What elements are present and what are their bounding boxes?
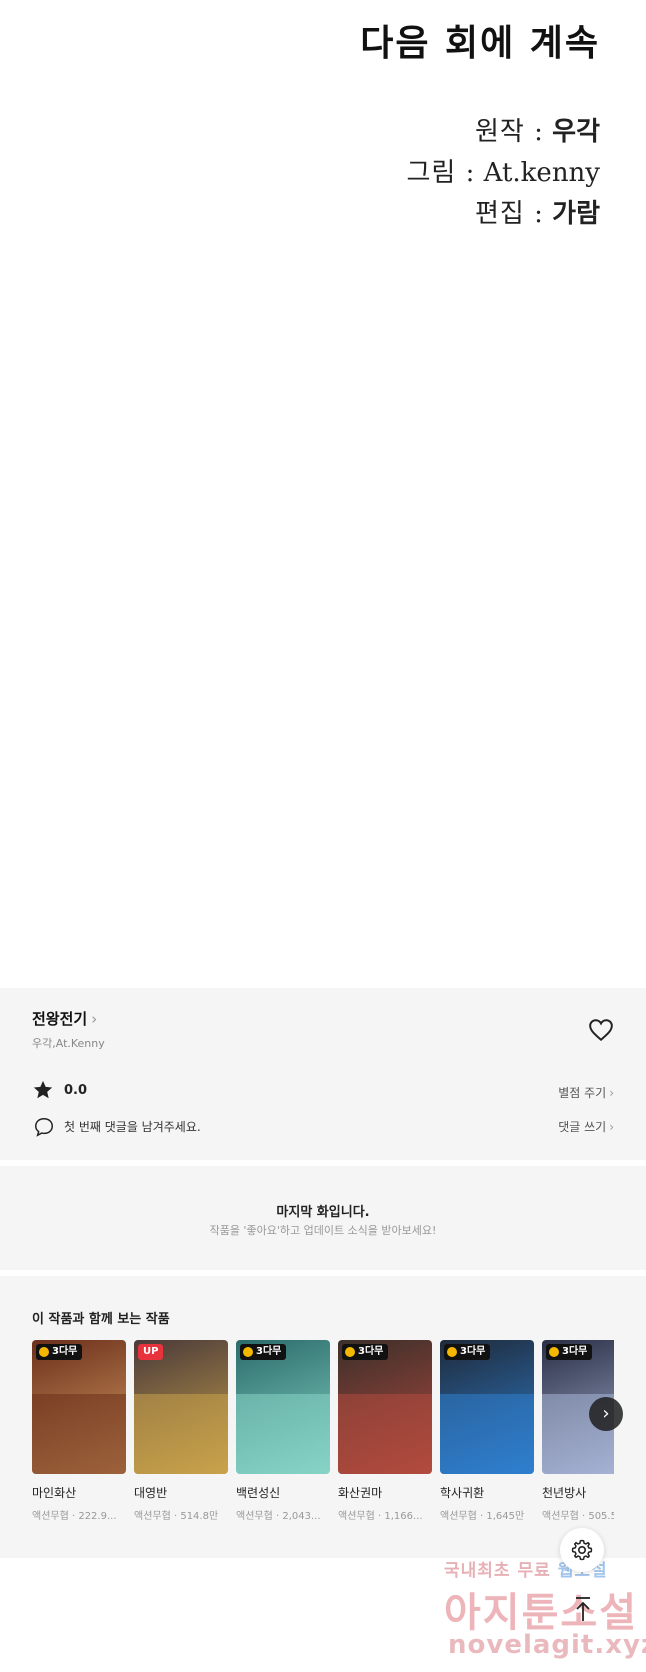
rec-meta: 액션무협 · 514.8만: [134, 1511, 219, 1522]
chevron-right-icon: ›: [609, 1086, 614, 1100]
series-title-link[interactable]: 전왕전기 ›: [32, 1008, 97, 1029]
chevron-right-icon: ›: [602, 1403, 610, 1424]
heart-icon[interactable]: [588, 1018, 614, 1042]
watermark-url: novelagit.xyz: [448, 1630, 646, 1660]
free-badge: 3다무: [36, 1344, 83, 1360]
credit-original: 원작 : 우각: [475, 117, 600, 147]
clock-icon: [345, 1347, 355, 1357]
free-badge: 3다무: [342, 1344, 389, 1360]
clock-icon: [243, 1347, 253, 1357]
chevron-right-icon: ›: [91, 1010, 98, 1028]
rec-thumbnail: 3다무: [32, 1340, 126, 1474]
to-be-continued-text: 다음 회에 계속: [360, 22, 600, 64]
rec-card[interactable]: 3다무 천년방사 액션무협 · 505.5: [542, 1340, 614, 1522]
rec-title: 마인화산: [32, 1486, 77, 1500]
rec-meta: 액션무협 · 2,043...: [236, 1511, 321, 1522]
star-icon: [33, 1080, 53, 1099]
free-badge: 3다무: [546, 1344, 593, 1360]
rec-title: 화산권마: [338, 1486, 383, 1500]
notice-title: 마지막 화입니다.: [276, 1205, 370, 1220]
comment-bubble-icon: [35, 1118, 53, 1137]
rec-card[interactable]: UP 대영반 액션무협 · 514.8만: [134, 1340, 228, 1522]
credit-art: 그림 : At.kenny: [406, 158, 601, 188]
credit-editor: 편집 : 가람: [475, 199, 600, 229]
credits: 원작 : 우각 그림 : At.kenny 편집 : 가람: [407, 112, 601, 235]
notice-subtitle: 작품을 '좋아요'하고 업데이트 소식을 받아보세요!: [209, 1224, 437, 1237]
clock-icon: [39, 1347, 49, 1357]
rec-card[interactable]: 3다무 학사귀환 액션무협 · 1,645만: [440, 1340, 534, 1522]
rec-meta: 액션무협 · 1,645만: [440, 1511, 525, 1522]
rate-button[interactable]: 별점 주기 ›: [558, 1084, 614, 1101]
up-badge: UP: [138, 1344, 164, 1360]
free-badge: 3다무: [444, 1344, 491, 1360]
gear-icon: [571, 1539, 593, 1561]
chevron-right-icon: ›: [609, 1120, 614, 1134]
rec-card[interactable]: 3다무 백련성신 액션무협 · 2,043...: [236, 1340, 330, 1522]
comment-prompt: 첫 번째 댓글을 남겨주세요.: [64, 1120, 201, 1134]
recommendations-title: 이 작품과 함께 보는 작품: [32, 1312, 170, 1327]
rec-thumbnail: UP: [134, 1340, 228, 1474]
rating-value: 0.0: [64, 1083, 88, 1098]
carousel-next-button[interactable]: ›: [589, 1397, 623, 1431]
rec-thumbnail: 3다무: [236, 1340, 330, 1474]
rec-card[interactable]: 3다무 화산권마 액션무협 · 1,166...: [338, 1340, 432, 1522]
series-authors: 우각,At.Kenny: [32, 1037, 105, 1050]
rec-title: 천년방사: [542, 1486, 587, 1500]
rec-meta: 액션무협 · 505.5: [542, 1511, 614, 1522]
rec-title: 백련성신: [236, 1486, 281, 1500]
recommendations-carousel[interactable]: 3다무 마인화산 액션무협 · 222.9... UP 대영반 액션무협 · 5…: [32, 1340, 614, 1525]
scroll-to-top-icon[interactable]: [568, 1594, 598, 1624]
comic-end-panel: 다음 회에 계속 원작 : 우각 그림 : At.kenny 편집 : 가람: [0, 0, 646, 988]
write-comment-button[interactable]: 댓글 쓰기 ›: [558, 1118, 614, 1135]
rec-thumbnail: 3다무: [440, 1340, 534, 1474]
clock-icon: [549, 1347, 559, 1357]
settings-button[interactable]: [560, 1528, 604, 1572]
rec-meta: 액션무협 · 222.9...: [32, 1511, 117, 1522]
free-badge: 3다무: [240, 1344, 287, 1360]
clock-icon: [447, 1347, 457, 1357]
rec-card[interactable]: 3다무 마인화산 액션무협 · 222.9...: [32, 1340, 126, 1522]
rec-title: 대영반: [134, 1486, 168, 1500]
rec-meta: 액션무협 · 1,166...: [338, 1511, 423, 1522]
rec-title: 학사귀환: [440, 1486, 485, 1500]
rec-thumbnail: 3다무: [338, 1340, 432, 1474]
